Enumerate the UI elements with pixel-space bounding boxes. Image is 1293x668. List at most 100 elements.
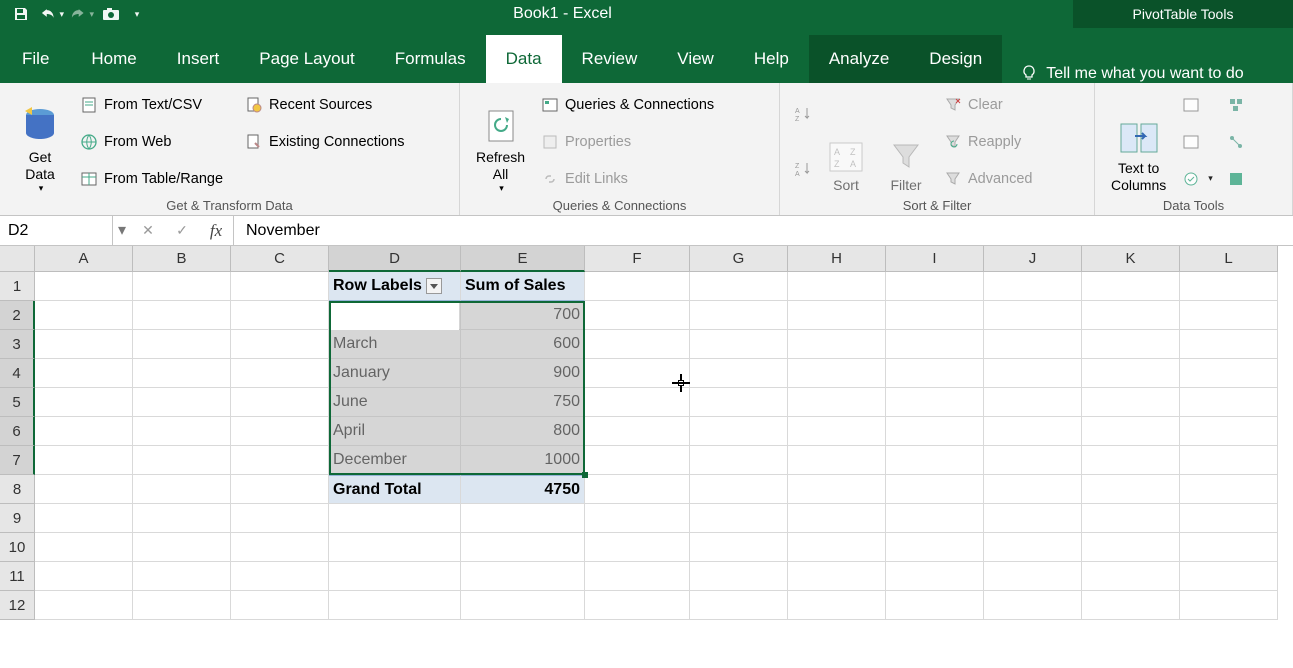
cell-J12[interactable] bbox=[984, 591, 1082, 620]
cell-J9[interactable] bbox=[984, 504, 1082, 533]
name-box[interactable]: D2 bbox=[0, 216, 113, 245]
edit-links-button[interactable]: Edit Links bbox=[537, 168, 718, 190]
cancel-icon[interactable]: ✕ bbox=[131, 222, 165, 239]
row-header-10[interactable]: 10 bbox=[0, 533, 35, 562]
cell-A9[interactable] bbox=[35, 504, 133, 533]
cell-D4[interactable]: January bbox=[329, 359, 461, 388]
cell-C7[interactable] bbox=[231, 446, 329, 475]
cell-B11[interactable] bbox=[133, 562, 231, 591]
tab-review[interactable]: Review bbox=[562, 35, 658, 83]
cell-H12[interactable] bbox=[788, 591, 886, 620]
column-header-A[interactable]: A bbox=[35, 246, 133, 272]
tab-design[interactable]: Design bbox=[909, 35, 1002, 83]
column-header-I[interactable]: I bbox=[886, 246, 984, 272]
cell-E1[interactable]: Sum of Sales bbox=[461, 272, 585, 301]
cell-G12[interactable] bbox=[690, 591, 788, 620]
row-header-12[interactable]: 12 bbox=[0, 591, 35, 620]
cell-K9[interactable] bbox=[1082, 504, 1180, 533]
cell-A7[interactable] bbox=[35, 446, 133, 475]
cell-A8[interactable] bbox=[35, 475, 133, 504]
cell-C5[interactable] bbox=[231, 388, 329, 417]
cell-D7[interactable]: December bbox=[329, 446, 461, 475]
cell-E11[interactable] bbox=[461, 562, 585, 591]
cell-A6[interactable] bbox=[35, 417, 133, 446]
column-header-F[interactable]: F bbox=[585, 246, 690, 272]
cell-J10[interactable] bbox=[984, 533, 1082, 562]
existing-connections-button[interactable]: Existing Connections bbox=[241, 131, 408, 153]
cell-A12[interactable] bbox=[35, 591, 133, 620]
cell-K8[interactable] bbox=[1082, 475, 1180, 504]
queries-connections-button[interactable]: Queries & Connections bbox=[537, 94, 718, 116]
sort-asc-button[interactable]: AZ bbox=[790, 103, 816, 125]
column-header-H[interactable]: H bbox=[788, 246, 886, 272]
relationships-button[interactable] bbox=[1223, 131, 1249, 153]
get-data-button[interactable]: Get Data▾ bbox=[10, 87, 70, 196]
cell-F6[interactable] bbox=[585, 417, 690, 446]
cell-A4[interactable] bbox=[35, 359, 133, 388]
select-all-corner[interactable] bbox=[0, 246, 35, 272]
row-header-7[interactable]: 7 bbox=[0, 446, 35, 475]
cell-L1[interactable] bbox=[1180, 272, 1278, 301]
cell-K4[interactable] bbox=[1082, 359, 1180, 388]
cell-G9[interactable] bbox=[690, 504, 788, 533]
fx-icon[interactable]: fx bbox=[199, 221, 233, 241]
column-headers[interactable]: ABCDEFGHIJKL bbox=[35, 246, 1278, 272]
redo-icon[interactable]: ▾ bbox=[68, 1, 94, 27]
column-header-K[interactable]: K bbox=[1082, 246, 1180, 272]
cell-I1[interactable] bbox=[886, 272, 984, 301]
row-header-6[interactable]: 6 bbox=[0, 417, 35, 446]
cell-J1[interactable] bbox=[984, 272, 1082, 301]
cell-H2[interactable] bbox=[788, 301, 886, 330]
tab-home[interactable]: Home bbox=[71, 35, 156, 83]
cell-C10[interactable] bbox=[231, 533, 329, 562]
cell-E3[interactable]: 600 bbox=[461, 330, 585, 359]
tab-data[interactable]: Data bbox=[486, 35, 562, 83]
cell-K10[interactable] bbox=[1082, 533, 1180, 562]
cell-K12[interactable] bbox=[1082, 591, 1180, 620]
cell-F8[interactable] bbox=[585, 475, 690, 504]
recent-sources-button[interactable]: Recent Sources bbox=[241, 94, 408, 116]
cell-D2[interactable]: November bbox=[329, 301, 461, 330]
cell-K11[interactable] bbox=[1082, 562, 1180, 591]
row-header-5[interactable]: 5 bbox=[0, 388, 35, 417]
cell-G8[interactable] bbox=[690, 475, 788, 504]
undo-icon[interactable]: ▾ bbox=[38, 1, 64, 27]
cell-I2[interactable] bbox=[886, 301, 984, 330]
tab-file[interactable]: File bbox=[0, 35, 71, 83]
enter-icon[interactable]: ✓ bbox=[165, 222, 199, 239]
cell-H10[interactable] bbox=[788, 533, 886, 562]
cell-C11[interactable] bbox=[231, 562, 329, 591]
cell-H3[interactable] bbox=[788, 330, 886, 359]
filter-dropdown-icon[interactable] bbox=[426, 278, 442, 294]
cell-F12[interactable] bbox=[585, 591, 690, 620]
cell-G10[interactable] bbox=[690, 533, 788, 562]
from-text-csv-button[interactable]: From Text/CSV bbox=[76, 94, 227, 116]
cell-B7[interactable] bbox=[133, 446, 231, 475]
cell-E7[interactable]: 1000 bbox=[461, 446, 585, 475]
cell-I7[interactable] bbox=[886, 446, 984, 475]
cell-E6[interactable]: 800 bbox=[461, 417, 585, 446]
cell-G7[interactable] bbox=[690, 446, 788, 475]
clear-button[interactable]: Clear bbox=[940, 94, 1037, 116]
cell-D9[interactable] bbox=[329, 504, 461, 533]
name-box-dropdown-icon[interactable]: ▾ bbox=[113, 216, 131, 245]
tab-help[interactable]: Help bbox=[734, 35, 809, 83]
cell-I4[interactable] bbox=[886, 359, 984, 388]
cell-B2[interactable] bbox=[133, 301, 231, 330]
cell-K2[interactable] bbox=[1082, 301, 1180, 330]
row-header-2[interactable]: 2 bbox=[0, 301, 35, 330]
cell-B8[interactable] bbox=[133, 475, 231, 504]
cell-I3[interactable] bbox=[886, 330, 984, 359]
cell-H5[interactable] bbox=[788, 388, 886, 417]
cell-J4[interactable] bbox=[984, 359, 1082, 388]
cell-I9[interactable] bbox=[886, 504, 984, 533]
cell-L10[interactable] bbox=[1180, 533, 1278, 562]
formula-input[interactable]: November bbox=[234, 216, 1293, 245]
cell-D1[interactable]: Row Labels bbox=[329, 272, 461, 301]
spreadsheet-grid[interactable]: ABCDEFGHIJKL 123456789101112 Row LabelsS… bbox=[0, 246, 1293, 666]
data-validation-button[interactable]: ▾ bbox=[1178, 168, 1217, 190]
cell-I12[interactable] bbox=[886, 591, 984, 620]
cell-J11[interactable] bbox=[984, 562, 1082, 591]
cell-H8[interactable] bbox=[788, 475, 886, 504]
cell-G5[interactable] bbox=[690, 388, 788, 417]
